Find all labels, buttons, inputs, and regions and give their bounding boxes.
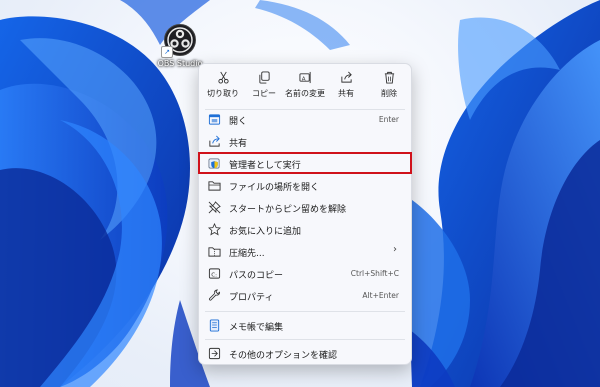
folder-icon	[208, 181, 221, 191]
menu-item-run-as-admin[interactable]: 管理者として実行	[203, 153, 409, 174]
zip-folder-icon	[208, 247, 221, 257]
menu-item-add-to-favorites[interactable]: お気に入りに追加	[203, 219, 409, 240]
delete-button[interactable]: 削除	[369, 68, 409, 104]
menu-item-compress-to[interactable]: 圧縮先... ›	[203, 241, 409, 262]
menu-item-label: 共有	[229, 139, 248, 149]
star-icon	[208, 223, 221, 236]
cut-button[interactable]: 切り取り	[203, 68, 243, 104]
menu-item-label: パスのコピー	[229, 271, 284, 281]
rename-button[interactable]: A 名前の変更	[285, 68, 325, 104]
menu-divider	[205, 311, 405, 312]
rename-icon: A	[298, 71, 311, 84]
copy-path-icon: C:	[208, 268, 221, 279]
unpin-icon	[208, 201, 221, 214]
shortcut-arrow-icon: ↗	[161, 46, 173, 58]
scissors-icon	[217, 71, 229, 84]
menu-item-edit-in-notepad[interactable]: メモ帳で編集	[203, 315, 409, 336]
menu-item-unpin-from-start[interactable]: スタートからピン留めを解除	[203, 197, 409, 218]
menu-item-shortcut: Alt+Enter	[362, 291, 399, 300]
copy-button[interactable]: コピー	[244, 68, 284, 104]
menu-item-label: お気に入りに追加	[229, 227, 302, 237]
menu-item-shortcut: Ctrl+Shift+C	[350, 269, 399, 278]
trash-icon	[384, 71, 394, 84]
menu-item-open-file-location[interactable]: ファイルの場所を開く	[203, 175, 409, 196]
share-quick-button[interactable]: 共有	[326, 68, 366, 104]
menu-item-shortcut: Enter	[378, 115, 399, 124]
menu-item-label: 圧縮先...	[229, 249, 265, 259]
obs-logo-icon: ↗	[161, 24, 196, 58]
context-menu: 切り取り コピー A 名前の変更 共有 削除 開く Enter 共有 管理者とし…	[198, 63, 412, 365]
menu-item-label: ファイルの場所を開く	[229, 183, 320, 193]
menu-item-show-more-options[interactable]: その他のオプションを確認	[203, 343, 409, 364]
share-icon	[340, 71, 352, 83]
menu-item-label: 開く	[229, 117, 248, 127]
menu-item-label: メモ帳で編集	[229, 323, 284, 333]
quick-action-bar: 切り取り コピー A 名前の変更 共有 削除	[199, 68, 413, 104]
menu-item-open[interactable]: 開く Enter	[203, 109, 409, 130]
shield-icon	[208, 158, 220, 169]
svg-text:C:: C:	[211, 272, 217, 278]
chevron-right-icon: ›	[393, 244, 397, 255]
svg-text:A: A	[301, 76, 305, 82]
menu-item-properties[interactable]: プロパティ Alt+Enter	[203, 285, 409, 306]
menu-divider	[205, 339, 405, 340]
obs-studio-shortcut[interactable]: ↗ OBS Studio	[158, 24, 202, 68]
menu-item-share[interactable]: 共有	[203, 131, 409, 152]
menu-item-label: その他のオプションを確認	[229, 351, 338, 361]
copy-icon	[258, 71, 270, 84]
wrench-icon	[208, 289, 221, 301]
menu-item-label: スタートからピン留めを解除	[229, 205, 347, 215]
menu-item-label: プロパティ	[229, 293, 274, 303]
share-icon	[209, 135, 220, 147]
delete-label: 削除	[381, 89, 397, 98]
more-options-icon	[208, 347, 221, 360]
menu-item-copy-path[interactable]: C: パスのコピー Ctrl+Shift+C	[203, 263, 409, 284]
notepad-icon	[209, 319, 220, 332]
menu-item-label: 管理者として実行	[229, 161, 301, 171]
open-icon	[208, 114, 221, 125]
